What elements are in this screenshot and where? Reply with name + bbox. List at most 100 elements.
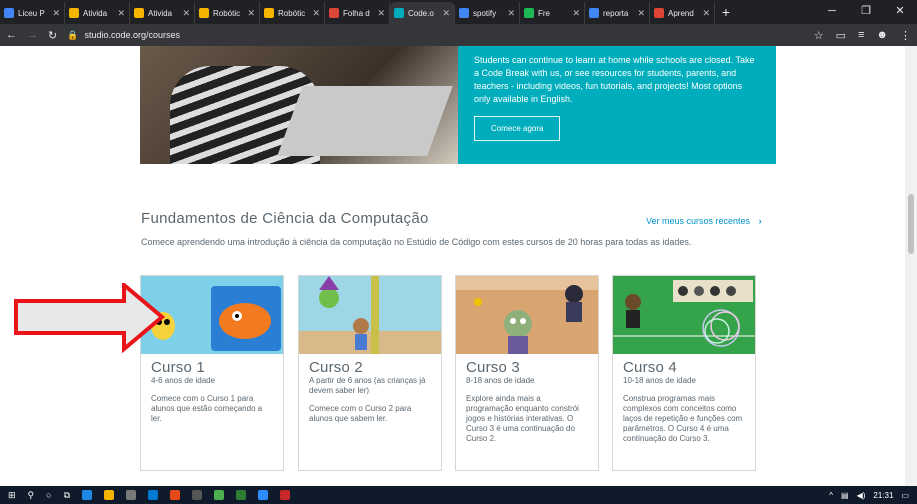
course-age: 8-18 anos de idade: [466, 376, 535, 385]
browser-tab[interactable]: Code.o ✕: [390, 2, 455, 24]
app-icon[interactable]: [236, 490, 247, 500]
volume-icon[interactable]: ◀): [857, 491, 866, 500]
course-card-3[interactable]: Curso 3 8-18 anos de idade Explore ainda…: [455, 275, 599, 471]
explorer-icon[interactable]: [104, 490, 115, 500]
tab-label: spotify: [473, 8, 497, 18]
tab-favicon-icon: [329, 8, 339, 18]
store-icon[interactable]: [126, 490, 137, 500]
tab-label: Ativida: [148, 8, 173, 18]
hero-text: Students can continue to learn at home w…: [474, 55, 755, 104]
reload-icon[interactable]: ↻: [48, 29, 57, 42]
tab-label: Ativida: [83, 8, 108, 18]
course-description: Construa programas mais complexos com co…: [623, 394, 743, 443]
tab-close-icon[interactable]: ✕: [507, 8, 515, 19]
windows-taskbar: ⊞ ⚲ ○ ⧉ ^ ▤ ◀) 21:31 ▭: [0, 486, 917, 504]
url-field[interactable]: 🔒 studio.code.org/courses: [67, 30, 180, 41]
tab-close-icon[interactable]: ✕: [702, 8, 710, 19]
tab-close-icon[interactable]: ✕: [182, 8, 190, 19]
clock[interactable]: 21:31: [873, 491, 893, 500]
forward-icon[interactable]: →: [27, 29, 38, 41]
tab-close-icon[interactable]: ✕: [572, 8, 580, 19]
tab-close-icon[interactable]: ✕: [377, 8, 385, 19]
browser-tab[interactable]: Robótic ✕: [195, 2, 260, 24]
course-title: Curso 1: [151, 359, 205, 376]
maximize-icon[interactable]: ❐: [849, 0, 883, 24]
chrome-icon[interactable]: [214, 490, 225, 500]
tab-favicon-icon: [134, 8, 144, 18]
scrollbar[interactable]: [905, 46, 917, 486]
course-age: A partir de 6 anos (as crianças já devem…: [309, 376, 426, 395]
playlist-icon[interactable]: ≡: [858, 29, 864, 42]
app2-icon[interactable]: [280, 490, 291, 500]
calculator-icon[interactable]: [192, 490, 203, 500]
chevron-right-icon: ›: [758, 216, 762, 226]
scrollbar-thumb[interactable]: [908, 194, 914, 254]
network-icon[interactable]: ▤: [841, 491, 849, 500]
hero-image: [140, 46, 458, 164]
browser-tab[interactable]: Ativida ✕: [65, 2, 130, 24]
browser-tab[interactable]: Aprend ✕: [650, 2, 715, 24]
tab-close-icon[interactable]: ✕: [52, 8, 60, 19]
windows-start-icon[interactable]: ⊞: [8, 490, 16, 501]
tab-label: Aprend: [668, 8, 694, 18]
tab-close-icon[interactable]: ✕: [117, 8, 125, 19]
zoom-icon[interactable]: [258, 490, 269, 500]
system-tray: ^ ▤ ◀) 21:31 ▭: [829, 491, 909, 500]
browser-tab[interactable]: Robótic ✕: [260, 2, 325, 24]
course-2-image: [299, 276, 441, 354]
cortana-icon[interactable]: ○: [46, 490, 51, 500]
cast-icon[interactable]: ▭: [836, 29, 846, 42]
tab-label: Robótic: [278, 8, 306, 18]
tab-close-icon[interactable]: ✕: [442, 8, 450, 19]
tab-close-icon[interactable]: ✕: [312, 8, 320, 19]
course-description: Explore ainda mais a programação enquant…: [466, 394, 579, 443]
browser-tab[interactable]: Liceu P ✕: [0, 2, 65, 24]
page-content: Students can continue to learn at home w…: [0, 46, 905, 486]
menu-icon[interactable]: ⋮: [900, 29, 911, 42]
course-4-image: [613, 276, 755, 354]
tab-label: reporta: [603, 8, 629, 18]
tab-close-icon[interactable]: ✕: [247, 8, 255, 19]
close-window-icon[interactable]: ✕: [883, 0, 917, 24]
window-controls: ─ ❐ ✕: [815, 0, 917, 24]
tab-strip: Liceu P ✕ Ativida ✕ Ativida ✕ Robótic ✕ Robótic ✕…: [0, 0, 917, 24]
tab-favicon-icon: [654, 8, 664, 18]
star-icon[interactable]: ☆: [814, 29, 824, 42]
tab-favicon-icon: [524, 8, 534, 18]
back-icon[interactable]: ←: [6, 29, 17, 41]
course-age: 10-18 anos de idade: [623, 376, 696, 385]
course-title: Curso 3: [466, 359, 520, 376]
course-title: Curso 2: [309, 359, 363, 376]
browser-tab[interactable]: Ativida ✕: [130, 2, 195, 24]
course-card-2[interactable]: Curso 2 A partir de 6 anos (as crianças …: [298, 275, 442, 471]
course-description: Comece com o Curso 2 para alunos que sab…: [309, 404, 412, 423]
lock-icon: 🔒: [67, 29, 79, 40]
browser-tab[interactable]: Fre ✕: [520, 2, 585, 24]
tab-label: Folha d: [343, 8, 370, 18]
browser-tab[interactable]: Folha d ✕: [325, 2, 390, 24]
tab-favicon-icon: [589, 8, 599, 18]
recent-courses-link[interactable]: Ver meus cursos recentes ›: [646, 216, 762, 226]
course-title: Curso 4: [623, 359, 677, 376]
tray-arrow-icon[interactable]: ^: [829, 491, 833, 500]
browser-tab[interactable]: spotify ✕: [455, 2, 520, 24]
tab-label: Robótic: [213, 8, 241, 18]
tab-favicon-icon: [394, 8, 404, 18]
course-card-4[interactable]: Curso 4 10-18 anos de idade Construa pro…: [612, 275, 756, 471]
browser-tab[interactable]: reporta ✕: [585, 2, 650, 24]
avatar[interactable]: ☻: [876, 29, 888, 42]
mail-icon[interactable]: [148, 490, 159, 500]
tab-favicon-icon: [264, 8, 274, 18]
url-text: studio.code.org/courses: [84, 30, 180, 40]
task-view-icon[interactable]: ⧉: [64, 490, 70, 501]
notification-icon[interactable]: ▭: [901, 491, 909, 500]
office-icon[interactable]: [170, 490, 181, 500]
minimize-icon[interactable]: ─: [815, 0, 849, 24]
tab-close-icon[interactable]: ✕: [637, 8, 645, 19]
section-subtitle: Comece aprendendo uma introdução à ciênc…: [141, 237, 692, 247]
search-icon[interactable]: ⚲: [28, 490, 35, 501]
edge-icon[interactable]: [82, 490, 93, 500]
new-tab-button[interactable]: +: [715, 2, 737, 24]
tab-label: Fre: [538, 8, 550, 18]
start-now-button[interactable]: Comece agora: [474, 116, 561, 141]
